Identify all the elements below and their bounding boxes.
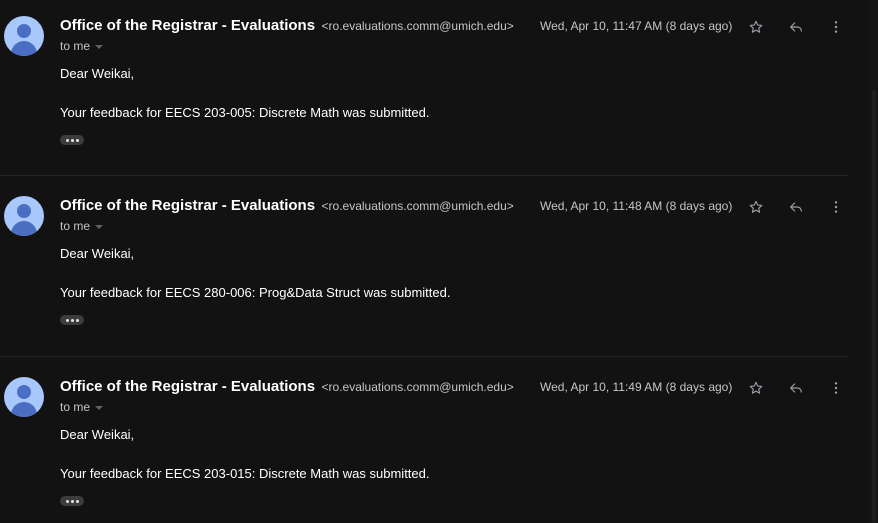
- message-date[interactable]: Wed, Apr 10, 11:48 AM (8 days ago): [540, 199, 732, 213]
- more-options-button[interactable]: [825, 16, 847, 38]
- star-button[interactable]: [745, 377, 767, 399]
- star-outline-icon: [749, 381, 763, 394]
- ellipsis-dot: [70, 138, 74, 142]
- show-trimmed-content-button[interactable]: [60, 496, 84, 506]
- star-button[interactable]: [745, 196, 767, 218]
- reply-button[interactable]: [785, 16, 807, 38]
- chevron-down-icon[interactable]: [95, 44, 104, 49]
- scrollbar-thumb[interactable]: [872, 90, 876, 523]
- scrollbar[interactable]: [868, 0, 878, 523]
- more-options-button[interactable]: [825, 377, 847, 399]
- ellipsis-dot: [70, 499, 74, 503]
- message-date[interactable]: Wed, Apr 10, 11:47 AM (8 days ago): [540, 19, 732, 33]
- sender-email: <ro.evaluations.comm@umich.edu>: [321, 199, 514, 213]
- reply-icon: [790, 22, 802, 32]
- avatar-person-icon: [17, 204, 31, 218]
- email-message[interactable]: Office of the Registrar - Evaluations <r…: [0, 180, 848, 360]
- sender-name[interactable]: Office of the Registrar - Evaluations: [60, 378, 315, 395]
- sender-line: Office of the Registrar - Evaluations <r…: [60, 378, 514, 396]
- message-greeting: Dear Weikai,: [60, 246, 135, 261]
- message-date[interactable]: Wed, Apr 10, 11:49 AM (8 days ago): [540, 380, 732, 394]
- show-trimmed-content-button[interactable]: [60, 315, 84, 325]
- ellipsis-dot: [75, 499, 79, 503]
- email-thread: Office of the Registrar - Evaluations <r…: [0, 0, 878, 523]
- message-body: Your feedback for EECS 203-015: Discrete…: [60, 466, 430, 481]
- avatar-person-body: [11, 221, 37, 236]
- chevron-down-icon[interactable]: [95, 224, 104, 229]
- message-greeting: Dear Weikai,: [60, 427, 135, 442]
- recipient-details[interactable]: to me: [60, 219, 104, 233]
- sender-email: <ro.evaluations.comm@umich.edu>: [321, 19, 514, 33]
- ellipsis-dot: [70, 318, 74, 322]
- star-outline-icon: [749, 200, 763, 213]
- sender-line: Office of the Registrar - Evaluations <r…: [60, 17, 514, 35]
- avatar-person-icon: [17, 24, 31, 38]
- sender-avatar[interactable]: [4, 377, 44, 417]
- show-trimmed-content-button[interactable]: [60, 135, 84, 145]
- sender-name[interactable]: Office of the Registrar - Evaluations: [60, 17, 315, 34]
- more-vert-icon: [834, 21, 838, 33]
- email-message[interactable]: Office of the Registrar - Evaluations <r…: [0, 361, 848, 523]
- chevron-down-icon[interactable]: [95, 405, 104, 410]
- avatar-person-body: [11, 402, 37, 417]
- reply-icon: [790, 202, 802, 212]
- recipient-label: to me: [60, 219, 91, 233]
- ellipsis-dot: [75, 318, 79, 322]
- more-options-button[interactable]: [825, 196, 847, 218]
- email-message[interactable]: Office of the Registrar - Evaluations <r…: [0, 0, 848, 180]
- recipient-label: to me: [60, 400, 91, 414]
- sender-avatar[interactable]: [4, 16, 44, 56]
- message-divider: [0, 175, 848, 176]
- ellipsis-icon: [65, 318, 69, 322]
- message-body: Your feedback for EECS 203-005: Discrete…: [60, 105, 430, 120]
- reply-button[interactable]: [785, 196, 807, 218]
- sender-line: Office of the Registrar - Evaluations <r…: [60, 197, 514, 215]
- recipient-details[interactable]: to me: [60, 400, 104, 414]
- avatar-person-icon: [17, 385, 31, 399]
- message-divider: [0, 356, 848, 357]
- ellipsis-icon: [65, 499, 69, 503]
- message-body: Your feedback for EECS 280-006: Prog&Dat…: [60, 285, 451, 300]
- sender-email: <ro.evaluations.comm@umich.edu>: [321, 380, 514, 394]
- recipient-label: to me: [60, 39, 91, 53]
- reply-icon: [790, 383, 802, 393]
- ellipsis-icon: [65, 138, 69, 142]
- message-greeting: Dear Weikai,: [60, 66, 135, 81]
- more-vert-icon: [834, 382, 838, 394]
- star-outline-icon: [749, 20, 763, 33]
- avatar-person-body: [11, 41, 37, 56]
- ellipsis-dot: [75, 138, 79, 142]
- reply-button[interactable]: [785, 377, 807, 399]
- more-vert-icon: [834, 201, 838, 213]
- sender-avatar[interactable]: [4, 196, 44, 236]
- sender-name[interactable]: Office of the Registrar - Evaluations: [60, 197, 315, 214]
- star-button[interactable]: [745, 16, 767, 38]
- recipient-details[interactable]: to me: [60, 39, 104, 53]
